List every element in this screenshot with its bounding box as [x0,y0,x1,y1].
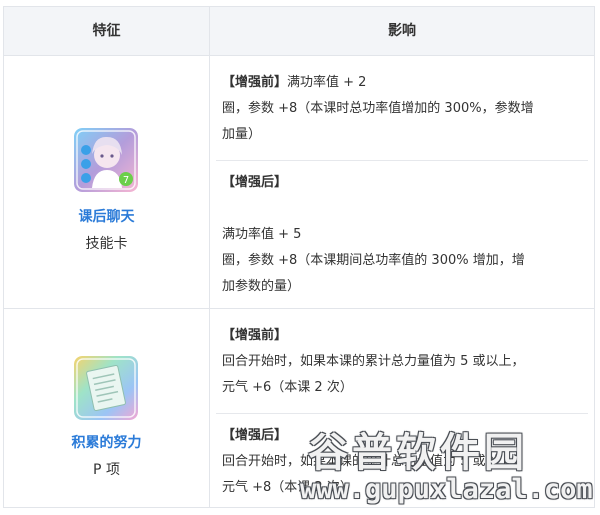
after-tag: 【增强后】 [222,428,288,443]
feature-name[interactable]: 积累的努力 [4,432,209,452]
effect-divider [216,160,588,161]
after-text-1: 满功率值 + 5 [222,227,302,242]
after-text-2: 元气 +8（本课 2 次） [222,480,353,495]
after-text-2: 圈，参数 +8（本课期间总功率值的 300% 增加，增 [222,253,525,268]
table-row: 积累的努力 P 项 【增强前】 回合开始时，如果本课的累计总力量值为 5 或以上… [4,309,594,507]
effect-after: 【增强后】 满功率值 + 5 圈，参数 +8（本课期间总功率值的 300% 增加… [222,170,586,300]
feature-type: P 项 [93,462,120,478]
table-row: 7 课后聊天 技能卡 【增强前】满功率值 + 2 圈，参数 +8（本课时总功率值… [4,56,594,309]
before-tag: 【增强前】 [222,75,288,90]
before-tag: 【增强前】 [222,328,288,343]
before-text-1: 满功率值 + 2 [287,75,367,90]
after-tag: 【增强后】 [222,175,288,190]
feature-cell: 7 课后聊天 技能卡 [4,56,210,308]
effect-cell: 【增强前】满功率值 + 2 圈，参数 +8（本课时总功率值增加的 300%，参数… [210,56,594,308]
header-effect: 影响 [388,23,416,39]
before-text-2: 圈，参数 +8（本课时总功率值增加的 300%，参数增 [222,101,534,116]
comparison-table: 特征 影响 7 课后聊天 技能卡 【增强前】满功率值 + 2 圈，参数 +8（本… [3,6,595,508]
effect-after: 【增强后】 回合开始时，如果本课的累计总力量值为 5 或以上， 元气 +8（本课… [222,423,586,501]
effect-cell: 【增强前】 回合开始时，如果本课的累计总力量值为 5 或以上， 元气 +6（本课… [210,309,594,507]
table-header: 特征 影响 [4,7,594,56]
before-text-2: 元气 +6（本课 2 次） [222,380,353,395]
document-card-icon [74,356,138,420]
header-feature: 特征 [4,7,210,55]
feature-cell: 积累的努力 P 项 [4,309,210,507]
before-text-3: 加量） [222,127,262,142]
before-text-1: 回合开始时，如果本课的累计总力量值为 5 或以上， [222,354,525,369]
effect-before: 【增强前】满功率值 + 2 圈，参数 +8（本课时总功率值增加的 300%，参数… [222,70,586,148]
feature-name[interactable]: 课后聊天 [4,206,209,226]
feature-type: 技能卡 [85,236,128,252]
effect-divider [216,413,588,414]
after-text-1: 回合开始时，如果本课的累计总力量值为 5 或以上， [222,454,525,469]
effect-before: 【增强前】 回合开始时，如果本课的累计总力量值为 5 或以上， 元气 +6（本课… [222,323,586,401]
svg-text:7: 7 [123,175,129,186]
after-text-3: 加参数的量） [222,279,301,294]
character-card-icon: 7 [74,128,138,192]
